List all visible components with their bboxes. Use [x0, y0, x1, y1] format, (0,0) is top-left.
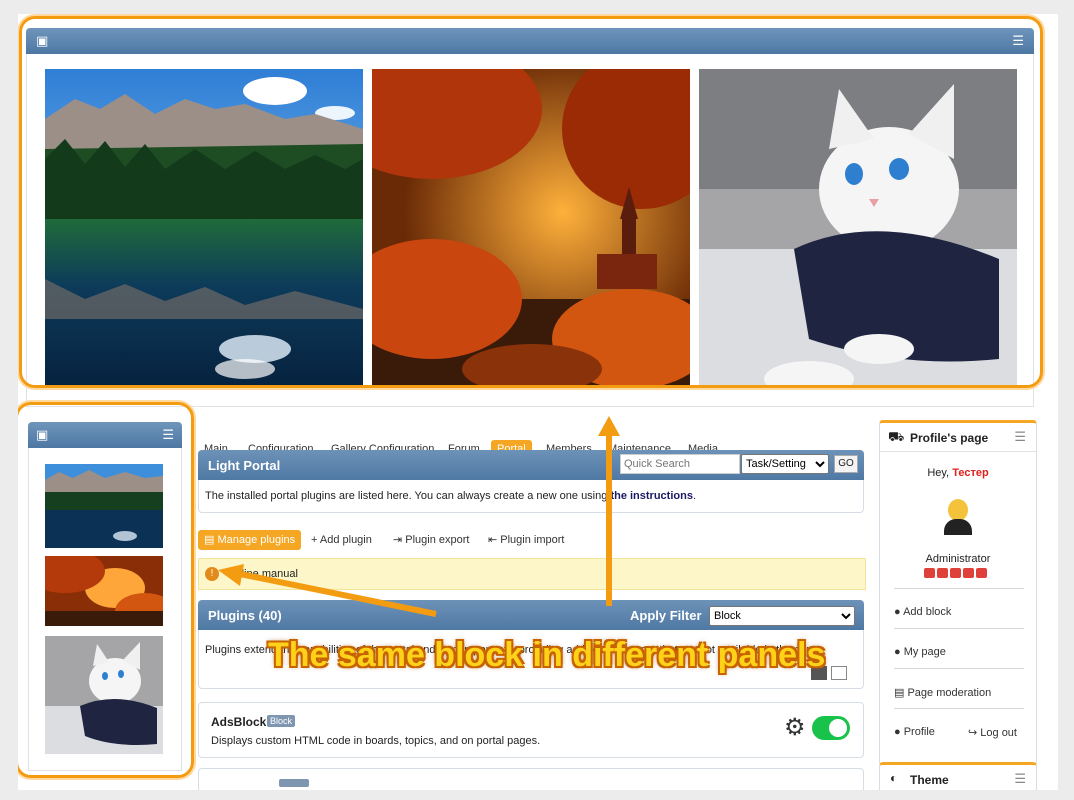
- page-canvas: ▣ ☰ ▣ ☰ Main Configuration Gallery Confi…: [18, 14, 1058, 790]
- manage-plugins-button[interactable]: ▤ Manage plugins: [198, 530, 302, 550]
- plugin-export-label: Plugin export: [405, 534, 470, 546]
- plugin-import-button[interactable]: ⇤ Plugin import: [488, 532, 564, 548]
- plugins-title: Plugins (40): [208, 608, 282, 623]
- profile-divider-1: [894, 588, 1024, 589]
- adsblock-badge: Block: [267, 715, 296, 727]
- logout-link[interactable]: ↪ Log out: [968, 726, 1017, 739]
- adsblock-card: AdsBlock Block Displays custom HTML code…: [198, 702, 864, 758]
- username[interactable]: Тестер: [952, 467, 989, 479]
- annotation-caption: The same block in different panels: [268, 636, 826, 674]
- rank-stars: [924, 568, 994, 578]
- notice-text[interactable]: Online manual: [227, 568, 298, 580]
- adsblock-name: AdsBlock: [211, 715, 267, 729]
- light-portal-description: The installed portal plugins are listed …: [198, 480, 864, 513]
- top-gallery-header: ▣ ☰: [26, 28, 1034, 54]
- theme-header: Theme: [910, 773, 949, 787]
- link-suffix: .: [692, 490, 697, 502]
- next-plugin-card: [198, 768, 864, 790]
- gallery-image-cat[interactable]: [699, 69, 1017, 387]
- quick-search-input[interactable]: [620, 454, 740, 474]
- page-moderation-label: Page moderation: [907, 687, 992, 699]
- gear-icon[interactable]: ⚙: [784, 714, 806, 742]
- notice-bar: ! Online manual: [198, 558, 866, 590]
- manage-plugins-label: Manage plugins: [217, 534, 296, 546]
- warning-icon: !: [205, 567, 219, 581]
- image-icon: ▣: [36, 427, 49, 442]
- my-page-label: My page: [903, 646, 946, 658]
- left-gallery-image-autumn[interactable]: [45, 556, 163, 626]
- page-moderation-link[interactable]: ▤ Page moderation: [894, 686, 991, 699]
- search-type-select[interactable]: Task/Setting: [741, 454, 829, 474]
- my-page-link[interactable]: ● My page: [894, 646, 946, 658]
- apply-filter-label: Apply Filter: [630, 608, 702, 623]
- left-gallery-image-cat[interactable]: [45, 636, 163, 754]
- profile-link[interactable]: ● Profile: [894, 726, 935, 738]
- profile-header: Profile's page: [910, 431, 989, 445]
- next-plugin-badge: [279, 779, 309, 787]
- theme-block: ◐ Theme ☰: [879, 762, 1037, 790]
- plugin-export-button[interactable]: ⇥ Plugin export: [393, 532, 470, 548]
- adsblock-toggle[interactable]: [812, 716, 850, 740]
- sliders-icon[interactable]: ☰: [1014, 429, 1026, 445]
- instructions-link[interactable]: the instructions: [610, 490, 693, 502]
- left-gallery-header: ▣ ☰: [28, 422, 182, 448]
- add-block-link[interactable]: ● Add block: [894, 606, 951, 618]
- plugin-filter-select[interactable]: Block: [709, 606, 855, 626]
- image-icon: ▣: [36, 33, 49, 48]
- gallery-image-autumn[interactable]: [372, 69, 690, 387]
- add-block-label: Add block: [903, 606, 952, 618]
- portal-description-text: The installed portal plugins are listed …: [205, 490, 608, 502]
- add-plugin-label: Add plugin: [319, 534, 372, 546]
- profile-divider-3: [894, 668, 1024, 669]
- logout-label: Log out: [980, 727, 1017, 739]
- import-icon: ⇤: [488, 534, 498, 546]
- car-icon: ⛟: [888, 429, 905, 444]
- greeting: Hey,: [927, 467, 950, 479]
- avatar: [942, 499, 974, 535]
- adsblock-description: Displays custom HTML code in boards, top…: [211, 735, 541, 747]
- left-gallery-image-mountains[interactable]: [45, 464, 163, 548]
- arrow-up-head: [598, 416, 620, 436]
- sliders-icon[interactable]: ☰: [1012, 34, 1024, 48]
- grid-view-icon[interactable]: [831, 666, 847, 680]
- export-icon: ⇥: [393, 534, 403, 546]
- light-portal-title: Light Portal: [208, 458, 281, 473]
- theme-icon: ◐: [890, 771, 898, 785]
- profile-label: Profile: [903, 726, 935, 738]
- plugin-import-label: Plugin import: [500, 534, 565, 546]
- profile-divider-4: [894, 708, 1024, 709]
- add-plugin-button[interactable]: + Add plugin: [311, 532, 372, 548]
- sliders-icon[interactable]: ☰: [1014, 771, 1026, 787]
- profile-divider-2: [894, 628, 1024, 629]
- role: Administrator: [925, 553, 991, 565]
- gallery-image-mountains[interactable]: [45, 69, 363, 387]
- list-icon: ▤: [204, 534, 215, 546]
- search-go-button[interactable]: GO: [834, 455, 858, 473]
- profile-block: ⛟ Profile's page ☰ Hey, Тестер Administr…: [879, 420, 1037, 766]
- sliders-icon[interactable]: ☰: [162, 428, 174, 442]
